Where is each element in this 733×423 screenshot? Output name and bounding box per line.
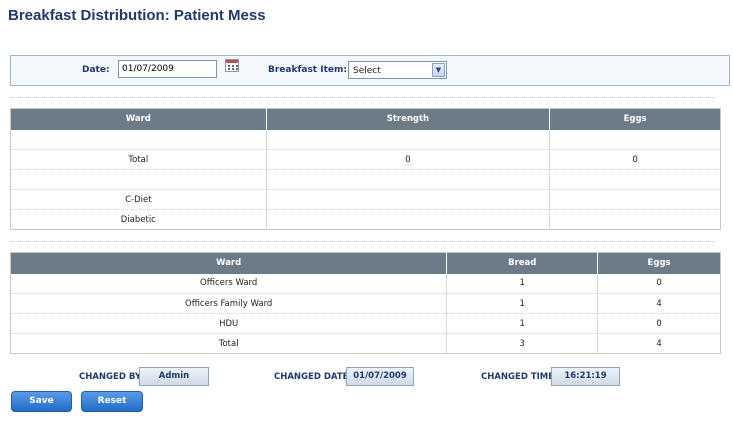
cell-eggs: 0 xyxy=(549,149,721,170)
date-input[interactable]: 01/07/2009 xyxy=(118,60,217,78)
breakfast-item-selected: Select xyxy=(353,66,381,76)
table-row: Total 0 0 xyxy=(10,149,721,170)
cell-strength xyxy=(266,169,551,190)
cell-bread: 1 xyxy=(446,313,599,334)
page-title: Breakfast Distribution: Patient Mess xyxy=(8,7,266,24)
save-button[interactable]: Save xyxy=(11,391,72,412)
cell-ward xyxy=(10,129,267,150)
cell-ward: Total xyxy=(10,333,448,354)
cell-eggs xyxy=(549,129,721,150)
cell-ward: Officers Ward xyxy=(10,273,448,294)
breakfast-item-select[interactable]: Select ▼ xyxy=(348,61,447,79)
changed-time-label: CHANGED TIME xyxy=(481,372,555,382)
column-header-eggs: Eggs xyxy=(549,108,721,130)
table-row: Officers Family Ward 1 4 xyxy=(10,293,721,314)
chevron-down-icon[interactable]: ▼ xyxy=(432,63,445,77)
cell-bread: 1 xyxy=(446,273,599,294)
column-header-eggs: Eggs xyxy=(597,252,721,274)
column-header-strength: Strength xyxy=(266,108,551,130)
cell-ward: Officers Family Ward xyxy=(10,293,448,314)
table-row: Diabetic xyxy=(10,209,721,230)
table-row xyxy=(10,169,721,190)
breakfast-item-label: Breakfast Item: xyxy=(268,65,347,75)
cell-eggs: 0 xyxy=(597,313,721,334)
table-row xyxy=(10,129,721,150)
cell-ward: HDU xyxy=(10,313,448,334)
cell-strength xyxy=(266,189,551,210)
date-label: Date: xyxy=(82,65,110,75)
reset-button[interactable]: Reset xyxy=(81,391,143,412)
changed-by-label: CHANGED BY xyxy=(79,372,142,382)
bread-table: Ward Bread Eggs Officers Ward 1 0 Office… xyxy=(10,252,721,354)
strength-table: Ward Strength Eggs Total 0 0 C-Diet Diab… xyxy=(10,108,721,230)
cell-eggs xyxy=(549,209,721,230)
changed-by-value: Admin xyxy=(139,367,209,386)
changed-time-value: 16:21:19 xyxy=(551,367,620,386)
column-header-ward: Ward xyxy=(10,252,448,274)
cell-strength xyxy=(266,209,551,230)
cell-eggs: 4 xyxy=(597,293,721,314)
cell-eggs: 4 xyxy=(597,333,721,354)
table-row: HDU 1 0 xyxy=(10,313,721,334)
changed-date-label: CHANGED DATE xyxy=(274,372,349,382)
cell-bread: 1 xyxy=(446,293,599,314)
table-header-row: Ward Bread Eggs xyxy=(10,252,721,274)
cell-bread: 3 xyxy=(446,333,599,354)
cell-ward: Diabetic xyxy=(10,209,267,230)
cell-eggs xyxy=(549,169,721,190)
cell-eggs: 0 xyxy=(597,273,721,294)
table-row: Officers Ward 1 0 xyxy=(10,273,721,294)
cell-ward xyxy=(10,169,267,190)
cell-strength xyxy=(266,129,551,150)
cell-strength: 0 xyxy=(266,149,551,170)
table-row: C-Diet xyxy=(10,189,721,210)
calendar-icon[interactable] xyxy=(225,59,239,72)
cell-ward: Total xyxy=(10,149,267,170)
column-header-ward: Ward xyxy=(10,108,267,130)
table-header-row: Ward Strength Eggs xyxy=(10,108,721,130)
table-row: Total 3 4 xyxy=(10,333,721,354)
column-header-bread: Bread xyxy=(446,252,599,274)
changed-date-value: 01/07/2009 xyxy=(346,367,414,386)
filter-bar: Date: 01/07/2009 Breakfast Item: Select … xyxy=(10,55,730,86)
cell-eggs xyxy=(549,189,721,210)
cell-ward: C-Diet xyxy=(10,189,267,210)
divider xyxy=(10,241,715,242)
divider xyxy=(10,97,715,98)
